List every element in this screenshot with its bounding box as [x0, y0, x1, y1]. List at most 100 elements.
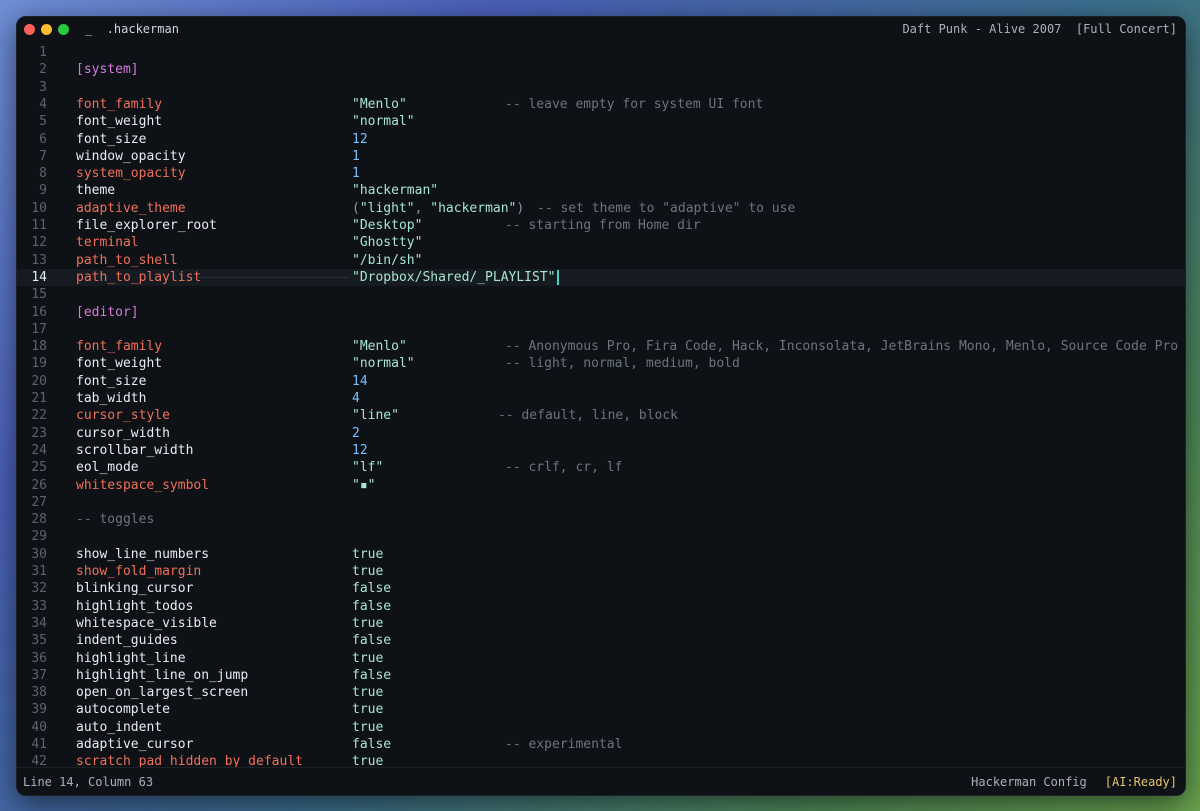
code-line[interactable]: 34 whitespace_visible true — [17, 615, 1185, 632]
value-token: true — [352, 650, 384, 666]
value-token: 1 — [352, 166, 360, 182]
code-line[interactable]: 15 — [17, 286, 1185, 303]
config-name: Hackerman Config — [971, 774, 1087, 789]
ai-status-badge[interactable]: [AI:Ready] — [1105, 775, 1177, 789]
code-line[interactable]: 16 [editor] — [17, 304, 1185, 321]
file-title: _ .hackerman — [85, 22, 179, 36]
code-line[interactable]: 11 file_explorer_root "Desktop" -- starting… — [17, 217, 1185, 234]
config-value: "Menlo" — [352, 96, 407, 113]
code-line[interactable]: 12 terminal "Ghostty" — [17, 234, 1185, 251]
code-line[interactable]: 31 show_fold_margin true — [17, 563, 1185, 580]
code-line[interactable]: 9 theme "hackerman" — [17, 182, 1185, 199]
line-number: 19 — [31, 356, 47, 372]
code-line[interactable]: 37 highlight_line_on_jump false — [17, 667, 1185, 684]
value-token: 2 — [352, 425, 360, 441]
config-value: "Menlo" — [352, 338, 407, 355]
code-line[interactable]: 38 open_on_largest_screen true — [17, 684, 1185, 701]
value-token: 12 — [352, 442, 368, 458]
code-line[interactable]: 23 cursor_width 2 — [17, 425, 1185, 442]
code-editor[interactable]: 1 2 [system] 3 4 font_family "Menlo" -- leave e… — [17, 41, 1185, 769]
code-line[interactable]: 22 cursor_style "line" -- default, line, bl… — [17, 407, 1185, 424]
config-key: font_size — [76, 373, 147, 389]
code-line[interactable]: 6 font_size 12 — [17, 131, 1185, 148]
config-value: "/bin/sh" — [352, 252, 422, 269]
code-line[interactable]: 35 indent_guides false — [17, 632, 1185, 649]
config-value: "Desktop" — [352, 217, 422, 234]
title-bar: _ .hackerman Daft Punk - Alive 2007 [Ful… — [17, 17, 1185, 41]
editor-window: _ .hackerman Daft Punk - Alive 2007 [Ful… — [16, 16, 1186, 796]
code-line[interactable]: 33 highlight_todos false — [17, 598, 1185, 615]
minimize-window-button[interactable] — [41, 23, 52, 35]
code-line[interactable]: 18 font_family "Menlo" -- Anonymous Pro, Fi… — [17, 338, 1185, 355]
code-line[interactable]: 17 — [17, 321, 1185, 338]
code-line[interactable]: 4 font_family "Menlo" -- leave empty for sy… — [17, 96, 1185, 113]
section-header: [system] — [76, 62, 139, 78]
line-number: 35 — [31, 633, 47, 649]
code-line[interactable]: 10 adaptive_theme ("light", "hackerman") --… — [17, 200, 1185, 217]
config-key: show_fold_margin — [76, 564, 202, 579]
code-line[interactable]: 32 blinking_cursor false — [17, 580, 1185, 597]
window-controls — [24, 23, 69, 35]
line-number: 17 — [31, 321, 47, 337]
code-line[interactable]: 3 — [17, 79, 1185, 96]
code-line[interactable]: 1 — [17, 44, 1185, 61]
config-value: 1 — [352, 148, 360, 165]
line-number: 30 — [31, 546, 47, 562]
line-number: 10 — [31, 200, 47, 216]
code-line[interactable]: 28 -- toggles — [17, 511, 1185, 528]
inline-comment: -- set theme to "adaptive" to use — [537, 200, 796, 216]
code-line[interactable]: 40 auto_indent true — [17, 719, 1185, 736]
code-line[interactable]: 24 scrollbar_width 12 — [17, 442, 1185, 459]
config-key: eol_mode — [76, 460, 139, 476]
code-line[interactable]: 14 path_to_playlist "Dropbox/Shared/_PLAYL… — [17, 268, 1185, 287]
line-number: 13 — [31, 252, 47, 268]
config-key: path_to_playlist — [76, 269, 202, 285]
line-number: 12 — [31, 235, 47, 251]
config-key: blinking_cursor — [76, 581, 194, 597]
config-key: open_on_largest_screen — [76, 685, 249, 701]
code-line[interactable]: 13 path_to_shell "/bin/sh" — [17, 252, 1185, 269]
code-line[interactable]: 29 — [17, 528, 1185, 545]
code-line[interactable]: 20 font_size 14 — [17, 373, 1185, 390]
code-line[interactable]: 5 font_weight "normal" — [17, 113, 1185, 130]
config-value: 12 — [352, 442, 368, 459]
config-key: indent_guides — [76, 633, 178, 649]
line-number: 28 — [31, 512, 47, 528]
code-line[interactable]: 36 highlight_line true — [17, 650, 1185, 667]
config-value: 14 — [352, 373, 368, 390]
value-token: "normal" — [352, 114, 415, 130]
punctuation-token: , — [414, 200, 431, 216]
code-line[interactable]: 21 tab_width 4 — [17, 390, 1185, 407]
code-line[interactable]: 25 eol_mode "lf" -- crlf, cr, lf — [17, 459, 1185, 476]
config-key: cursor_style — [76, 408, 170, 424]
code-line[interactable]: 7 window_opacity 1 — [17, 148, 1185, 165]
value-token: true — [352, 702, 384, 718]
config-key: highlight_todos — [76, 598, 194, 614]
code-line[interactable]: 19 font_weight "normal" -- light, normal, m… — [17, 355, 1185, 372]
config-key: auto_indent — [76, 719, 163, 735]
config-key: font_size — [76, 131, 147, 147]
zoom-window-button[interactable] — [58, 23, 69, 35]
code-line[interactable]: 2 [system] — [17, 61, 1185, 78]
line-number: 6 — [39, 131, 47, 147]
config-key: highlight_line_on_jump — [76, 667, 249, 683]
code-line[interactable]: 41 adaptive_cursor false -- experimental — [17, 736, 1185, 753]
config-value: "Dropbox/Shared/_PLAYLIST" — [352, 269, 559, 286]
config-value: "normal" — [352, 113, 415, 130]
config-value: true — [352, 719, 383, 736]
code-line[interactable]: 39 autocomplete true — [17, 701, 1185, 718]
code-line[interactable]: 8 system_opacity 1 — [17, 165, 1185, 182]
config-value: ("light", "hackerman") — [352, 200, 524, 217]
value-token: false — [352, 737, 392, 752]
config-key: highlight_line — [76, 650, 186, 666]
config-key: whitespace_visible — [76, 615, 217, 631]
config-key: cursor_width — [76, 425, 170, 441]
config-key: font_family — [76, 96, 163, 112]
close-window-button[interactable] — [24, 23, 35, 35]
code-line[interactable]: 27 — [17, 494, 1185, 511]
code-line[interactable]: 30 show_line_numbers true — [17, 546, 1185, 563]
code-line[interactable]: 26 whitespace_symbol "▪" — [17, 477, 1185, 494]
config-value: false — [352, 667, 391, 684]
now-playing-title[interactable]: Daft Punk - Alive 2007 [Full Concert] — [902, 22, 1177, 36]
config-key: adaptive_cursor — [76, 737, 194, 752]
